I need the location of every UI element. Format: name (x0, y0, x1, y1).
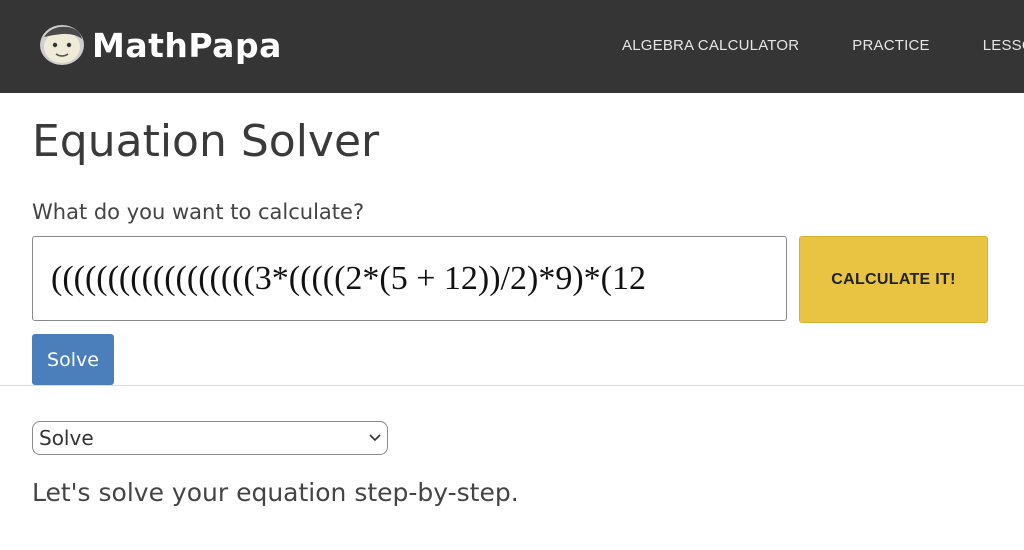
mode-select[interactable]: Solve (32, 421, 388, 455)
solve-button[interactable]: Solve (32, 334, 114, 385)
nav-links: ALGEBRA CALCULATOR PRACTICE LESSONS (622, 37, 1024, 54)
equation-input-value: ((((((((((((((((((3*(((((2*(5 + 12))/2)*… (51, 259, 646, 297)
equation-input[interactable]: ((((((((((((((((((3*(((((2*(5 + 12))/2)*… (32, 236, 787, 321)
mode-select-value: Solve (39, 426, 94, 450)
calculate-prompt-label: What do you want to calculate? (32, 200, 365, 224)
chevron-down-icon (369, 434, 381, 442)
brand-link[interactable]: MathPapa (38, 22, 282, 68)
step-by-step-message: Let's solve your equation step-by-step. (32, 478, 519, 507)
brand-name: MathPapa (92, 25, 282, 65)
mathpapa-logo-icon (40, 25, 84, 65)
nav-algebra-calculator[interactable]: ALGEBRA CALCULATOR (622, 37, 799, 54)
top-navbar: MathPapa ALGEBRA CALCULATOR PRACTICE LES… (0, 0, 1024, 93)
section-divider (0, 385, 1024, 386)
calculate-button[interactable]: CALCULATE IT! (799, 236, 988, 323)
nav-lessons[interactable]: LESSONS (983, 37, 1024, 54)
nav-practice[interactable]: PRACTICE (852, 37, 929, 54)
page-title: Equation Solver (32, 116, 380, 167)
